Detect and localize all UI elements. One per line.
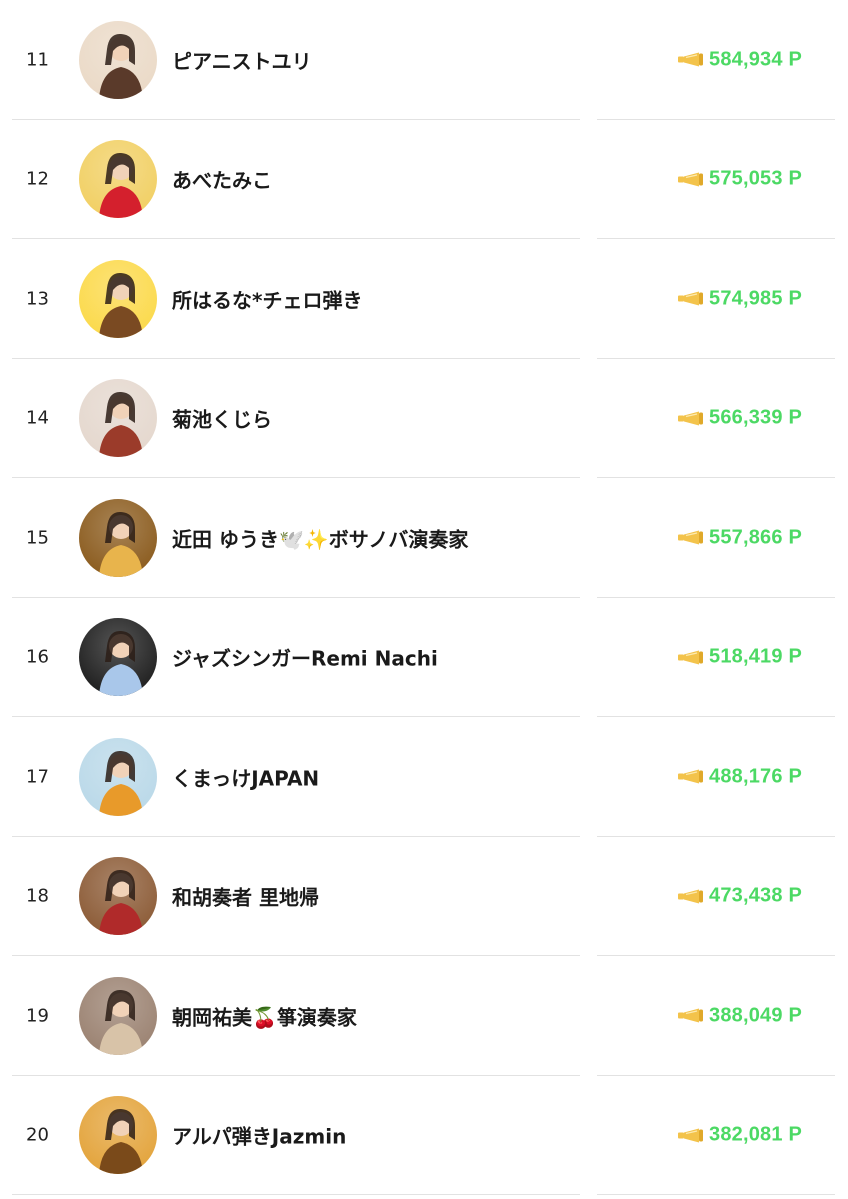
megaphone-icon (677, 52, 705, 68)
points-display: 575,053 P (677, 168, 802, 191)
performer-name[interactable]: ピアニストユリ (172, 45, 312, 74)
avatar-image (79, 259, 157, 338)
performer-name[interactable]: 菊池くじら (172, 404, 272, 433)
rank-number: 14 (26, 407, 49, 429)
performer-name[interactable]: あべたみこ (172, 165, 272, 194)
points-value: 575,053 P (709, 167, 802, 190)
points-display: 488,176 P (677, 765, 802, 788)
avatar-image (79, 1096, 157, 1175)
rank-number: 18 (26, 885, 49, 907)
performer-name[interactable]: 和胡奏者 里地帰 (172, 882, 319, 911)
points-value: 557,866 P (709, 526, 802, 549)
ranking-row[interactable]: 12 あべたみこ 575,053 P (0, 120, 848, 239)
megaphone-icon (677, 649, 705, 665)
avatar-image (79, 20, 157, 99)
performer-name[interactable]: アルパ弾きJazmin (172, 1121, 346, 1150)
avatar-image (79, 498, 157, 577)
megaphone-icon (677, 530, 705, 546)
points-display: 518,419 P (677, 646, 802, 669)
points-display: 473,438 P (677, 885, 802, 908)
rank-number: 20 (26, 1124, 49, 1146)
avatar-image (79, 379, 157, 458)
avatar-image (79, 857, 157, 936)
avatar[interactable] (79, 1096, 157, 1175)
avatar[interactable] (79, 498, 157, 577)
megaphone-icon (677, 410, 705, 426)
avatar[interactable] (79, 618, 157, 697)
ranking-row[interactable]: 19 朝岡祐美🍒箏演奏家 388,049 P (0, 956, 848, 1076)
performer-name[interactable]: くまっけJAPAN (172, 762, 319, 791)
rank-number: 19 (26, 1005, 49, 1027)
avatar[interactable] (79, 737, 157, 816)
points-value: 388,049 P (709, 1004, 802, 1027)
performer-name[interactable]: 朝岡祐美🍒箏演奏家 (172, 1001, 357, 1030)
megaphone-icon (677, 291, 705, 307)
ranking-row[interactable]: 13 所はるな*チェロ弾き 574,985 P (0, 239, 848, 359)
points-value: 488,176 P (709, 765, 802, 788)
points-value: 566,339 P (709, 406, 802, 429)
performer-name[interactable]: ジャズシンガーRemi Nachi (172, 643, 438, 672)
points-display: 388,049 P (677, 1004, 802, 1027)
row-divider (597, 1194, 835, 1195)
points-display: 574,985 P (677, 287, 802, 310)
megaphone-icon (677, 1127, 705, 1143)
points-display: 557,866 P (677, 526, 802, 549)
points-value: 518,419 P (709, 645, 802, 668)
megaphone-icon (677, 171, 705, 187)
rank-number: 13 (26, 288, 49, 310)
rank-number: 11 (26, 49, 49, 71)
points-display: 584,934 P (677, 48, 802, 71)
rank-number: 16 (26, 646, 49, 668)
ranking-row[interactable]: 11 ピアニストユリ 584,934 P (0, 0, 848, 120)
avatar-image (79, 737, 157, 816)
performer-name[interactable]: 所はるな*チェロ弾き (172, 284, 362, 313)
ranking-row[interactable]: 17 くまっけJAPAN 488,176 P (0, 717, 848, 837)
rank-number: 17 (26, 766, 49, 788)
points-display: 566,339 P (677, 407, 802, 430)
points-display: 382,081 P (677, 1124, 802, 1147)
avatar-image (79, 140, 157, 219)
rank-number: 12 (26, 168, 49, 190)
ranking-row[interactable]: 16 ジャズシンガーRemi Nachi 518,419 P (0, 598, 848, 717)
points-value: 584,934 P (709, 48, 802, 71)
performer-name[interactable]: 近田 ゆうき🕊️✨ボサノバ演奏家 (172, 523, 468, 552)
avatar[interactable] (79, 20, 157, 99)
avatar[interactable] (79, 379, 157, 458)
megaphone-icon (677, 769, 705, 785)
avatar[interactable] (79, 976, 157, 1055)
row-divider (12, 1194, 580, 1195)
points-value: 473,438 P (709, 884, 802, 907)
ranking-row[interactable]: 20 アルパ弾きJazmin 382,081 P (0, 1076, 848, 1195)
megaphone-icon (677, 1008, 705, 1024)
ranking-row[interactable]: 14 菊池くじら 566,339 P (0, 359, 848, 478)
avatar[interactable] (79, 259, 157, 338)
avatar[interactable] (79, 140, 157, 219)
ranking-list: 11 ピアニストユリ 584,934 P 12 あべたみこ 575,053 P 13 所はるな… (0, 0, 848, 1195)
avatar-image (79, 618, 157, 697)
points-value: 574,985 P (709, 287, 802, 310)
avatar[interactable] (79, 857, 157, 936)
ranking-row[interactable]: 15 近田 ゆうき🕊️✨ボサノバ演奏家 557,866 P (0, 478, 848, 598)
avatar-image (79, 976, 157, 1055)
points-value: 382,081 P (709, 1123, 802, 1146)
rank-number: 15 (26, 527, 49, 549)
megaphone-icon (677, 888, 705, 904)
ranking-row[interactable]: 18 和胡奏者 里地帰 473,438 P (0, 837, 848, 956)
